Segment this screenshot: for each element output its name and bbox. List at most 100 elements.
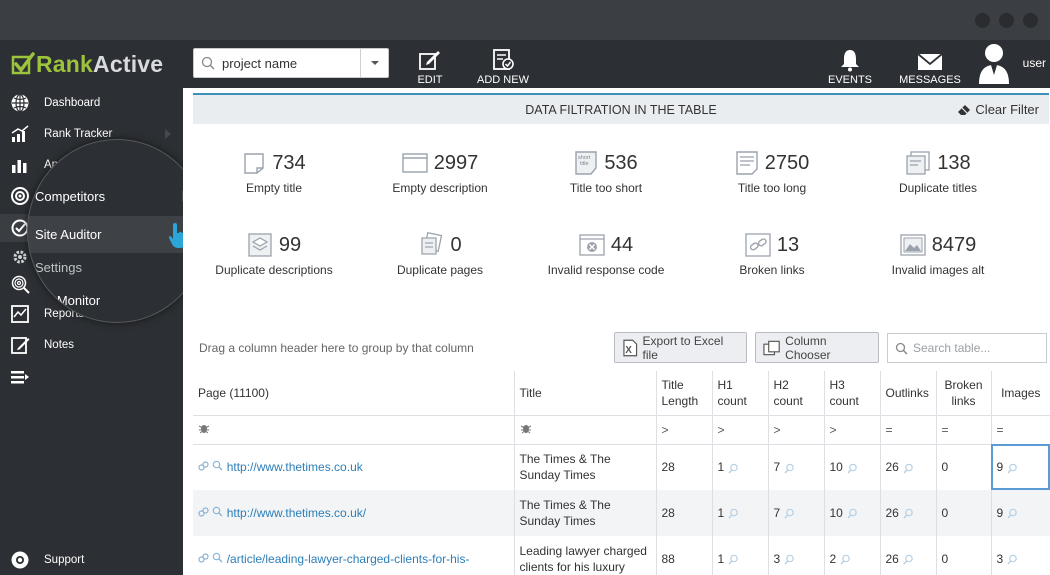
h3-cell[interactable]: 10: [824, 490, 881, 536]
sidebar-item-competitors[interactable]: Competitors: [28, 178, 206, 214]
bell-icon: [841, 50, 859, 72]
stat-invalid-images-alt[interactable]: 8479 Invalid images alt: [855, 231, 1021, 283]
h2-cell[interactable]: 7: [768, 490, 825, 536]
column-header-title-length[interactable]: Title Length: [656, 371, 713, 416]
stat-invalid-response-code[interactable]: 44 Invalid response code: [523, 231, 689, 283]
filter-cell-title-length[interactable]: >: [656, 415, 713, 445]
duplicate-titles-icon: [906, 151, 930, 175]
search-icon: [847, 509, 857, 519]
stat-title-too-long[interactable]: 2750 Title too long: [689, 149, 855, 201]
h2-cell[interactable]: 3: [768, 536, 825, 575]
search-table-input[interactable]: Search table...: [887, 333, 1047, 363]
table-row[interactable]: http://www.thetimes.co.uk/ The Times & T…: [193, 490, 1050, 536]
images-cell[interactable]: 3: [991, 536, 1050, 575]
window-minimize-button[interactable]: [975, 13, 990, 28]
outlinks-cell[interactable]: 26: [880, 444, 937, 490]
column-header-h2-count[interactable]: H2 count: [768, 371, 825, 416]
notes-icon: [10, 335, 30, 355]
stat-duplicate-descriptions[interactable]: 99 Duplicate descriptions: [191, 231, 357, 283]
edit-button[interactable]: EDIT: [415, 44, 445, 86]
stat-duplicate-titles[interactable]: 138 Duplicate titles: [855, 149, 1021, 201]
column-header-outlinks[interactable]: Outlinks: [880, 371, 937, 416]
empty-description-icon: [402, 153, 428, 173]
messages-button[interactable]: MESSAGES: [899, 44, 961, 86]
search-icon: [728, 463, 738, 474]
sidebar-item-list[interactable]: [0, 363, 183, 391]
page-cell[interactable]: /article/leading-lawyer-charged-clients-…: [193, 536, 515, 575]
user-name[interactable]: user: [1023, 56, 1046, 70]
title-cell: The Times & The Sunday Times: [514, 490, 657, 536]
filter-cell-images[interactable]: =: [991, 415, 1050, 445]
page-cell[interactable]: http://www.thetimes.co.uk/: [193, 490, 515, 536]
project-select-value: project name: [222, 55, 298, 71]
h3-cell[interactable]: 10: [824, 444, 881, 490]
support-icon: [10, 550, 30, 570]
filter-cell-title[interactable]: [514, 415, 657, 445]
h1-cell[interactable]: 1: [712, 444, 769, 490]
add-new-button[interactable]: ADD NEW: [475, 44, 531, 86]
clear-filter-button[interactable]: Clear Filter: [957, 102, 1039, 117]
filter-cell-page[interactable]: [193, 415, 515, 445]
search-icon: [784, 509, 794, 519]
search-icon: [895, 342, 908, 355]
logo[interactable]: RankActive: [10, 49, 163, 79]
h1-cell[interactable]: 1: [712, 490, 769, 536]
h3-cell[interactable]: 2: [824, 536, 881, 575]
events-button[interactable]: EVENTS: [828, 44, 872, 86]
chevron-down-icon[interactable]: [360, 49, 388, 77]
search-icon: [1007, 509, 1017, 519]
h2-cell[interactable]: 7: [768, 444, 825, 490]
filter-cell-outlinks[interactable]: =: [880, 415, 937, 445]
window-close-button[interactable]: [1023, 13, 1038, 28]
duplicate-pages-icon: [421, 232, 443, 255]
column-chooser-button[interactable]: Column Chooser: [755, 332, 879, 363]
page-cell[interactable]: http://www.thetimes.co.uk: [193, 444, 515, 490]
sidebar-item-settings[interactable]: Settings: [28, 254, 206, 280]
avatar[interactable]: [978, 42, 1010, 84]
table-row[interactable]: http://www.thetimes.co.uk The Times & Th…: [193, 444, 1050, 490]
stat-empty-description[interactable]: 2997 Empty description: [357, 149, 523, 201]
sidebar-item-notes[interactable]: Notes: [0, 331, 183, 359]
sidebar-item-brand-monitor[interactable]: d Monitor: [28, 287, 206, 313]
search-icon: [784, 463, 794, 474]
logo-check-icon: [11, 52, 35, 75]
column-header-h1-count[interactable]: H1 count: [712, 371, 769, 416]
group-by-hint[interactable]: Drag a column header here to group by th…: [199, 341, 474, 355]
target-icon: [10, 186, 30, 206]
stat-title-too-short[interactable]: short title 536 Title too short: [523, 149, 689, 201]
column-header-broken-links[interactable]: Broken links: [936, 371, 992, 416]
top-navbar: RankActive project name EDIT ADD NEW EVE…: [0, 40, 1050, 88]
envelope-icon: [917, 53, 943, 70]
stat-broken-links[interactable]: 13 Broken links: [689, 231, 855, 283]
column-header-h3-count[interactable]: H3 count: [824, 371, 881, 416]
images-cell[interactable]: 9: [991, 444, 1050, 490]
h1-cell[interactable]: 1: [712, 536, 769, 575]
search-icon: [903, 509, 913, 519]
messages-label: MESSAGES: [899, 74, 961, 86]
empty-title-icon: [244, 153, 265, 174]
column-header-title[interactable]: Title: [514, 371, 657, 416]
sidebar-item-support[interactable]: Support: [0, 546, 183, 574]
sidebar-item-site-auditor[interactable]: Site Auditor: [28, 216, 206, 253]
stat-empty-title[interactable]: 734 Empty title: [191, 149, 357, 201]
column-header-images[interactable]: Images: [991, 371, 1050, 416]
columns-icon: [763, 340, 780, 355]
sidebar-item-dashboard[interactable]: Dashboard: [0, 89, 183, 117]
stat-duplicate-pages[interactable]: 0 Duplicate pages: [357, 231, 523, 283]
images-cell[interactable]: 9: [991, 490, 1050, 536]
table-row[interactable]: /article/leading-lawyer-charged-clients-…: [193, 536, 1050, 575]
filter-cell-h2[interactable]: >: [768, 415, 825, 445]
project-select[interactable]: project name: [193, 48, 389, 78]
search-icon: [213, 506, 223, 517]
search-icon: [1007, 555, 1017, 565]
filter-cell-h1[interactable]: >: [712, 415, 769, 445]
outlinks-cell[interactable]: 26: [880, 490, 937, 536]
window-maximize-button[interactable]: [999, 13, 1014, 28]
invalid-response-icon: [579, 234, 605, 256]
broken-links-cell: 0: [936, 490, 992, 536]
column-header-page[interactable]: Page (11100): [193, 371, 515, 416]
filter-cell-broken[interactable]: =: [936, 415, 992, 445]
filter-cell-h3[interactable]: >: [824, 415, 881, 445]
outlinks-cell[interactable]: 26: [880, 536, 937, 575]
export-excel-button[interactable]: X Export to Excel file: [614, 332, 747, 363]
